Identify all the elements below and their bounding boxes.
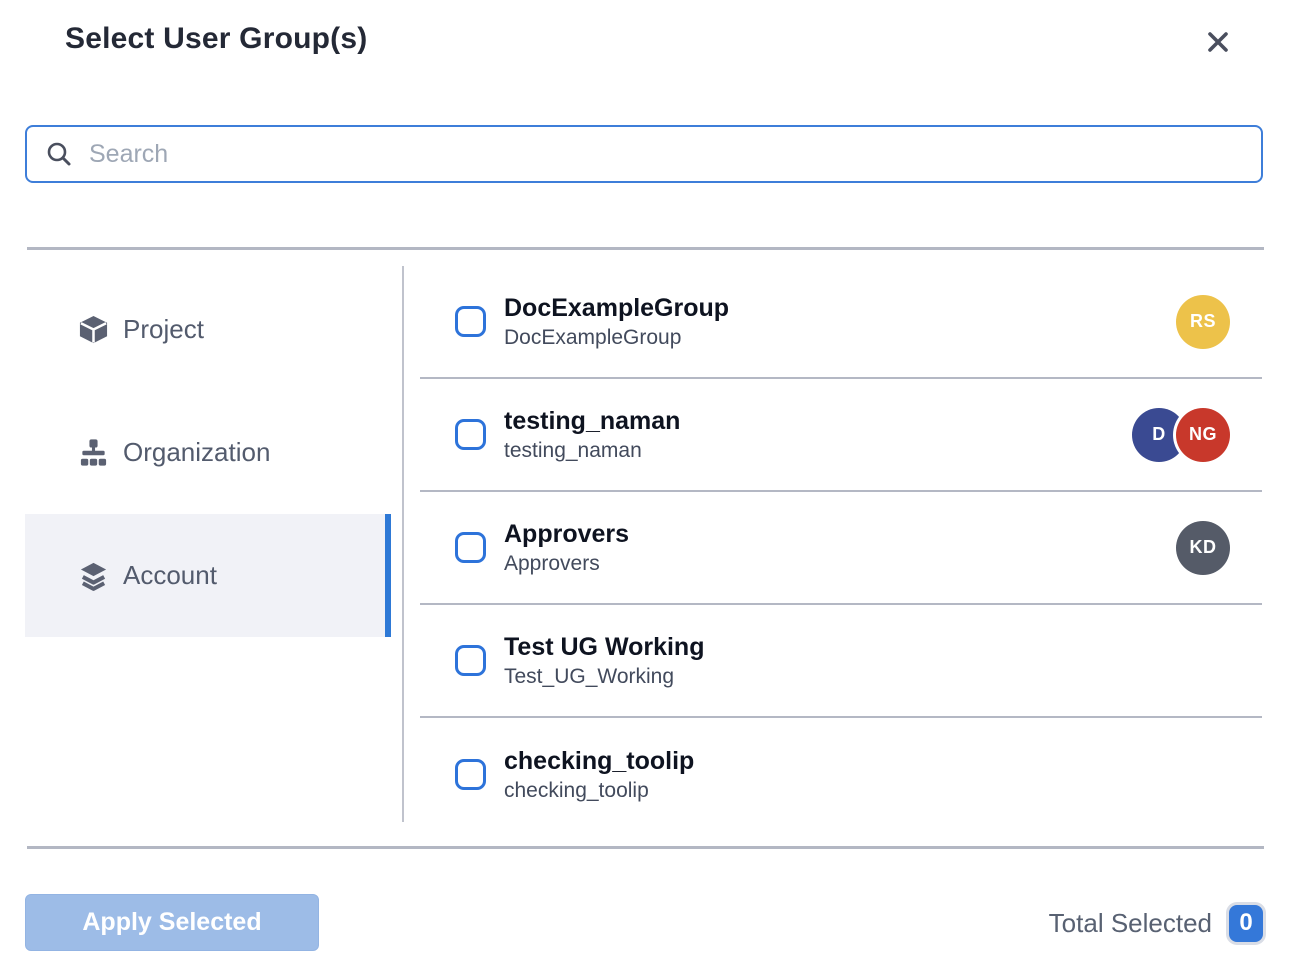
group-name: checking_toolip: [504, 746, 694, 777]
group-name: Approvers: [504, 519, 629, 550]
tab-account[interactable]: Account: [25, 514, 391, 637]
tab-project[interactable]: Project: [25, 268, 391, 391]
footer-divider: [27, 846, 1264, 849]
group-checkbox[interactable]: [455, 419, 486, 450]
avatar: NG: [1176, 408, 1230, 462]
group-subtitle: DocExampleGroup: [504, 326, 729, 350]
cube-icon: [78, 314, 109, 345]
group-checkbox[interactable]: [455, 759, 486, 790]
tab-label: Project: [123, 314, 204, 345]
list-item: checking_toolip checking_toolip: [420, 718, 1262, 831]
group-checkbox[interactable]: [455, 645, 486, 676]
tab-organization[interactable]: Organization: [25, 391, 391, 514]
avatar: RS: [1176, 295, 1230, 349]
avatar: KD: [1176, 521, 1230, 575]
tab-label: Account: [123, 560, 217, 591]
list-item: Test UG Working Test_UG_Working: [420, 605, 1262, 718]
user-group-list: DocExampleGroup DocExampleGroup RS testi…: [420, 266, 1262, 831]
tab-label: Organization: [123, 437, 270, 468]
search-box: [25, 125, 1263, 183]
total-selected-label: Total Selected: [1049, 908, 1212, 939]
header-divider: [27, 247, 1264, 250]
org-hierarchy-icon: [78, 437, 109, 468]
close-icon: [1203, 27, 1233, 57]
scope-tabs: Project Organization: [25, 268, 391, 637]
sidebar-divider: [402, 266, 404, 822]
group-checkbox[interactable]: [455, 306, 486, 337]
close-button[interactable]: [1197, 21, 1239, 63]
group-subtitle: testing_naman: [504, 439, 680, 463]
apply-selected-button[interactable]: Apply Selected: [25, 894, 319, 951]
list-item: DocExampleGroup DocExampleGroup RS: [420, 266, 1262, 379]
search-input[interactable]: [89, 140, 1243, 169]
page-title: Select User Group(s): [65, 22, 367, 56]
group-name: testing_naman: [504, 406, 680, 437]
group-checkbox[interactable]: [455, 532, 486, 563]
select-user-group-modal: Select User Group(s) Project: [0, 0, 1290, 970]
list-item: Approvers Approvers KD: [420, 492, 1262, 605]
group-name: DocExampleGroup: [504, 293, 729, 324]
group-subtitle: Approvers: [504, 552, 629, 576]
search-icon: [45, 140, 73, 168]
group-subtitle: checking_toolip: [504, 779, 694, 803]
list-item: testing_naman testing_naman D NG: [420, 379, 1262, 492]
group-subtitle: Test_UG_Working: [504, 665, 704, 689]
group-name: Test UG Working: [504, 632, 704, 663]
total-selected-count-badge: 0: [1229, 905, 1263, 942]
layers-icon: [78, 560, 109, 591]
